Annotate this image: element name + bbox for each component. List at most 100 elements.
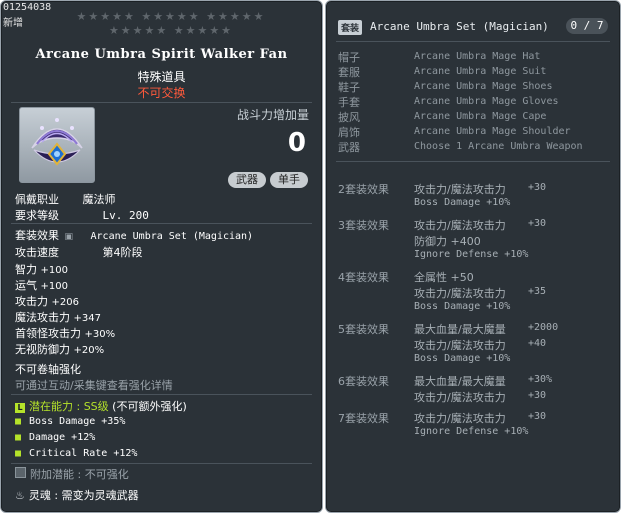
set-row: 套装效果 ▣ Arcane Umbra Set (Magician) bbox=[15, 227, 253, 243]
item-type: 特殊道具 bbox=[137, 70, 186, 84]
set-bonus-value: +30% bbox=[528, 374, 553, 385]
stat-label: 无视防御力 bbox=[15, 343, 70, 356]
divider bbox=[11, 463, 312, 464]
new-label: 新增 bbox=[3, 18, 23, 29]
set-label: 套装效果 bbox=[15, 229, 59, 242]
set-bonus-value: +30 bbox=[528, 390, 547, 401]
additional-potential-icon bbox=[15, 467, 26, 478]
enhance-hint: 可通过互动/采集键查看强化详情 bbox=[15, 379, 173, 392]
set-bonus-line: 攻击力/魔法攻击力 bbox=[414, 287, 506, 300]
set-piece-category: 帽子 bbox=[338, 51, 360, 64]
potential-line: ■ Damage +12% bbox=[15, 432, 95, 443]
set-bonus-line: Boss Damage +10% bbox=[414, 353, 511, 364]
set-piece-name: Arcane Umbra Mage Suit bbox=[414, 66, 547, 77]
no-scroll-label: 不可卷轴强化 bbox=[15, 363, 81, 376]
stat-value: +100 bbox=[40, 265, 68, 276]
set-bonus-value: +35 bbox=[528, 286, 547, 297]
bullet-icon: ■ bbox=[15, 416, 22, 427]
divider bbox=[336, 161, 610, 162]
set-bonus-value: +30 bbox=[528, 218, 547, 229]
additional-potential-row: 附加潜能 : 不可强化 bbox=[15, 466, 129, 482]
stat-label: 智力 bbox=[15, 263, 37, 276]
additional-potential-value: 不可强化 bbox=[84, 468, 129, 481]
potential-note: (不可额外强化) bbox=[112, 400, 187, 413]
job-value: 魔法师 bbox=[82, 193, 116, 206]
set-piece-category: 披风 bbox=[338, 111, 360, 124]
speed-row: 攻击速度 第4阶段 bbox=[15, 244, 143, 260]
item-icon-frame bbox=[19, 107, 95, 183]
potential-line: ■ Boss Damage +35% bbox=[15, 416, 125, 427]
stat-row: 魔法攻击力 +347 bbox=[15, 309, 101, 325]
potential-line-text: Critical Rate +12% bbox=[29, 448, 138, 459]
set-bonus-line: 攻击力/魔法攻击力 bbox=[414, 183, 506, 196]
untradeable-label: 不可交换 bbox=[137, 86, 186, 100]
divider bbox=[11, 223, 312, 224]
job-row: 佩戴职业 魔法师 bbox=[15, 191, 116, 207]
item-id: 01254038 bbox=[3, 2, 52, 13]
set-bonus-line: 防御力 +400 bbox=[414, 235, 481, 248]
stat-label: 首领怪攻击力 bbox=[15, 327, 81, 340]
stat-value: +30% bbox=[84, 329, 116, 340]
additional-potential-label: 附加潜能 bbox=[30, 468, 74, 481]
set-link-icon: ▣ bbox=[64, 232, 74, 242]
stat-value: +347 bbox=[73, 313, 101, 324]
soul-row: ♨ 灵魂 : 需变为灵魂武器 bbox=[15, 489, 139, 502]
set-bonus-line: 攻击力/魔法攻击力 bbox=[414, 391, 506, 404]
potential-label: 潜在能力 bbox=[29, 400, 73, 413]
set-bonus-value: +30 bbox=[528, 182, 547, 193]
stat-row: 智力 +100 bbox=[15, 261, 68, 277]
set-bonus-line: Ignore Defense +10% bbox=[414, 249, 529, 260]
set-piece-category: 武器 bbox=[338, 141, 360, 154]
set-bonus-value: +2000 bbox=[528, 322, 559, 333]
potential-line-text: Boss Damage +35% bbox=[29, 416, 126, 427]
weapon-tag: 武器 bbox=[228, 172, 266, 188]
set-bonus-line: 攻击力/魔法攻击力 bbox=[414, 412, 506, 425]
stat-value: +206 bbox=[51, 297, 79, 308]
set-effects-panel: 套装 Arcane Umbra Set (Magician) 0 / 7 帽子 … bbox=[325, 0, 621, 513]
set-bonus-line: 攻击力/魔法攻击力 bbox=[414, 339, 506, 352]
set-bonus-line: 最大血量/最大魔量 bbox=[414, 323, 506, 336]
item-name: Arcane Umbra Spirit Walker Fan bbox=[35, 47, 288, 62]
set-piece-name: Arcane Umbra Mage Gloves bbox=[414, 96, 559, 107]
stat-label: 魔法攻击力 bbox=[15, 311, 70, 324]
divider bbox=[11, 102, 312, 103]
set-bonus-value: +40 bbox=[528, 338, 547, 349]
stat-value: +20% bbox=[73, 345, 105, 356]
soul-label: 灵魂 bbox=[28, 489, 51, 502]
set-bonus-line: Boss Damage +10% bbox=[414, 197, 511, 208]
set-piece-category: 鞋子 bbox=[338, 81, 360, 94]
set-badge: 套装 bbox=[338, 20, 363, 35]
set-piece-name: Arcane Umbra Mage Shoes bbox=[414, 81, 553, 92]
set-piece-name: Choose 1 Arcane Umbra Weapon bbox=[414, 141, 583, 152]
stat-value: +100 bbox=[40, 281, 68, 292]
soul-flame-icon: ♨ bbox=[15, 489, 25, 502]
set-bonus-line: Boss Damage +10% bbox=[414, 301, 511, 312]
stat-row: 运气 +100 bbox=[15, 277, 68, 293]
soul-value: 需变为灵魂武器 bbox=[61, 489, 139, 502]
combat-power-label: 战斗力增加量 bbox=[237, 108, 310, 122]
set-bonus-line: 全属性 +50 bbox=[414, 271, 474, 284]
set-title: Arcane Umbra Set (Magician) bbox=[370, 20, 549, 33]
set-bonus-value: +30 bbox=[528, 411, 547, 422]
set-bonus-header: 6套装效果 bbox=[338, 375, 389, 388]
set-bonus-line: 攻击力/魔法攻击力 bbox=[414, 219, 506, 232]
speed-value: 第4阶段 bbox=[102, 246, 143, 259]
potential-header: L 潜在能力 : SS级 (不可额外强化) bbox=[15, 398, 187, 414]
potential-line-text: Damage +12% bbox=[29, 432, 96, 443]
speed-label: 攻击速度 bbox=[15, 246, 59, 259]
combat-power-value: 0 bbox=[287, 128, 306, 158]
star-force-stars: ★★★★★ ★★★★★ ★★★★★ ★★★★★ ★★★★★ bbox=[76, 10, 266, 37]
fan-weapon-icon bbox=[31, 118, 83, 166]
set-piece-category: 套服 bbox=[338, 66, 360, 79]
set-bonus-header: 7套装效果 bbox=[338, 412, 389, 425]
job-label: 佩戴职业 bbox=[15, 193, 59, 206]
item-tooltip-panel: 01254038 新增 ★★★★★ ★★★★★ ★★★★★ ★★★★★ ★★★★… bbox=[0, 0, 323, 513]
stat-label: 运气 bbox=[15, 279, 37, 292]
one-handed-tag: 单手 bbox=[270, 172, 308, 188]
set-count: 0 / 7 bbox=[566, 18, 608, 34]
set-bonus-header: 3套装效果 bbox=[338, 219, 389, 232]
bullet-icon: ■ bbox=[15, 432, 22, 443]
set-bonus-line: 最大血量/最大魔量 bbox=[414, 375, 506, 388]
set-piece-category: 肩饰 bbox=[338, 126, 360, 139]
stat-label: 攻击力 bbox=[15, 295, 48, 308]
